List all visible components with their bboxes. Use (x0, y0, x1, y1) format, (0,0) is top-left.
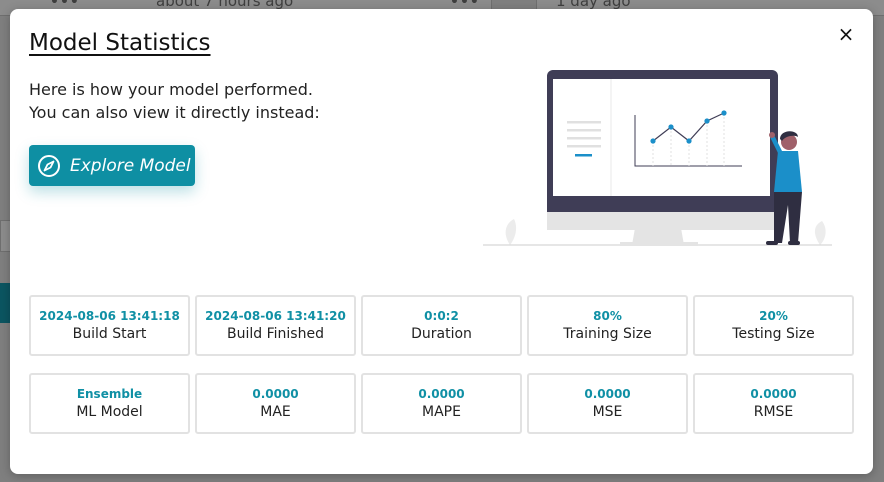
stat-label: MAPE (422, 403, 461, 420)
stat-value: 80% (593, 308, 622, 323)
stat-label: RMSE (753, 403, 794, 420)
stat-label: ML Model (76, 403, 143, 420)
stat-mse: 0.0000 MSE (527, 373, 688, 434)
stat-value: 0.0000 (252, 386, 299, 401)
model-statistics-modal: × Model Statistics Here is how your mode… (10, 9, 873, 474)
stat-rmse: 0.0000 RMSE (693, 373, 854, 434)
stat-ml-model: Ensemble ML Model (29, 373, 190, 434)
stat-label: Build Finished (227, 325, 324, 342)
stat-label: MAE (260, 403, 291, 420)
intro-line-1: Here is how your model performed. (29, 80, 313, 99)
stat-value: 0.0000 (584, 386, 631, 401)
explore-model-label: Explore Model (70, 155, 191, 176)
modal-intro: Here is how your model performed. You ca… (29, 78, 320, 124)
explore-model-button[interactable]: Explore Model (29, 145, 195, 186)
close-icon[interactable]: × (838, 22, 855, 46)
stat-mape: 0.0000 MAPE (361, 373, 522, 434)
stat-value: 0.0000 (750, 386, 797, 401)
stat-label: Training Size (563, 325, 652, 342)
intro-line-2: You can also view it directly instead: (29, 103, 320, 122)
stat-value: Ensemble (76, 386, 143, 401)
stat-duration: 0:0:2 Duration (361, 295, 522, 356)
stat-value: 0:0:2 (424, 308, 459, 323)
person-presenting-chart-illustration (483, 70, 832, 246)
stat-testing-size: 20% Testing Size (693, 295, 854, 356)
statistics-grid: 2024-08-06 13:41:18 Build Start 2024-08-… (29, 295, 854, 434)
background-button-edge (0, 283, 10, 323)
stat-value: 0.0000 (418, 386, 465, 401)
close-button[interactable]: × (835, 22, 857, 46)
stat-value: 2024-08-06 13:41:20 (205, 308, 346, 323)
modal-title: Model Statistics (29, 30, 211, 56)
compass-icon (38, 154, 60, 177)
stat-label: Duration (411, 325, 472, 342)
stat-build-finished: 2024-08-06 13:41:20 Build Finished (195, 295, 356, 356)
stat-mae: 0.0000 MAE (195, 373, 356, 434)
stat-label: MSE (592, 403, 623, 420)
stat-value: 20% (759, 308, 788, 323)
stat-value: 2024-08-06 13:41:18 (39, 308, 180, 323)
stat-label: Testing Size (732, 325, 815, 342)
stat-build-start: 2024-08-06 13:41:18 Build Start (29, 295, 190, 356)
stat-label: Build Start (72, 325, 147, 342)
stat-training-size: 80% Training Size (527, 295, 688, 356)
